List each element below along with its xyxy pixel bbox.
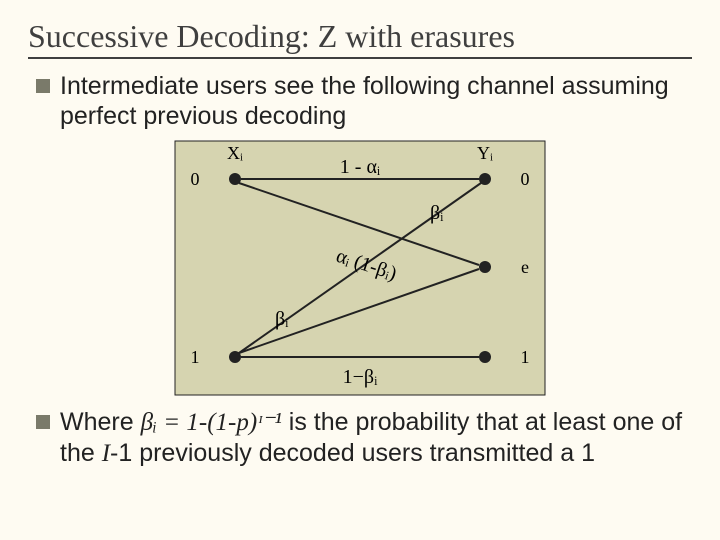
label-right-e: e <box>521 257 529 277</box>
bullet-1: Intermediate users see the following cha… <box>36 71 692 131</box>
bullet-square-icon <box>36 415 50 429</box>
label-beta-lower: βᵢ <box>275 308 289 330</box>
label-bottom-prob: 1−βᵢ <box>343 366 378 388</box>
label-left-0: 0 <box>191 169 200 189</box>
bullet-1-text: Intermediate users see the following cha… <box>60 71 692 131</box>
label-right-1: 1 <box>521 347 530 367</box>
channel-diagram: Xᵢ Yᵢ 0 0 e 1 1 1 - αᵢ βᵢ αᵢ (1-βᵢ) βᵢ 1… <box>145 139 575 397</box>
label-right-0: 0 <box>521 169 530 189</box>
slide-title: Successive Decoding: Z with erasures <box>28 18 692 59</box>
label-beta-upper: βᵢ <box>430 202 444 224</box>
label-xi: Xᵢ <box>227 143 243 163</box>
label-left-1: 1 <box>191 347 200 367</box>
label-yi: Yᵢ <box>477 143 493 163</box>
label-top-prob: 1 - αᵢ <box>340 156 381 178</box>
bullet-2-text: Where βᵢ = 1-(1-p)ᶦ⁻¹ is the probability… <box>60 407 692 469</box>
bullet-2: Where βᵢ = 1-(1-p)ᶦ⁻¹ is the probability… <box>36 407 692 469</box>
bullet-square-icon <box>36 79 50 93</box>
